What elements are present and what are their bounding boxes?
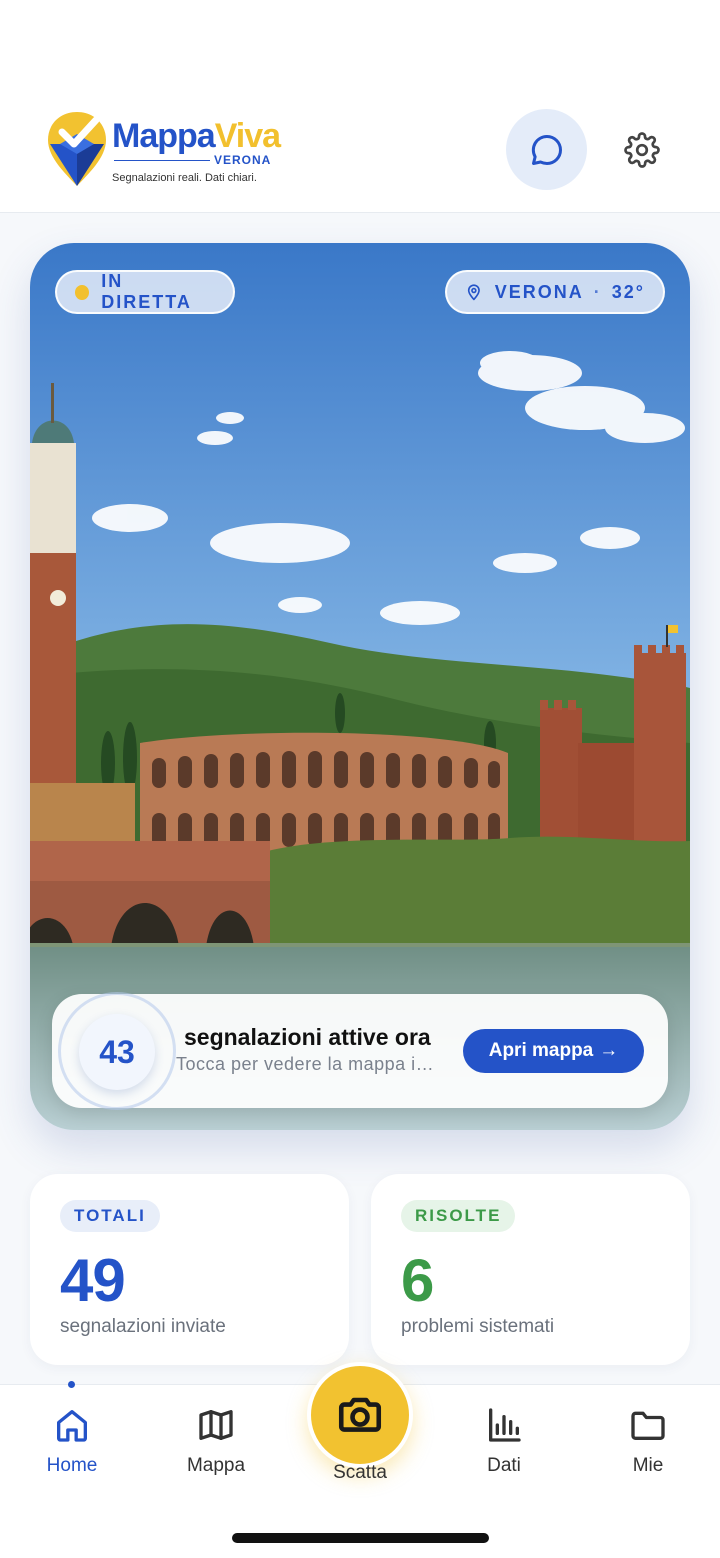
resolved-tag: RISOLTE xyxy=(401,1200,516,1232)
tab-mine-label: Mie xyxy=(632,1455,664,1476)
logo-pin-icon xyxy=(48,112,106,186)
tab-data-label: Dati xyxy=(487,1455,521,1476)
gear-icon xyxy=(624,132,660,168)
resolved-label: problemi sistemati xyxy=(401,1316,555,1337)
tab-home-label: Home xyxy=(46,1455,98,1476)
tab-mine[interactable]: Mie xyxy=(598,1405,698,1477)
arrow-right-icon: → xyxy=(599,1040,619,1061)
camera-icon xyxy=(338,1397,382,1432)
settings-button[interactable] xyxy=(620,128,664,172)
tab-data[interactable]: Dati xyxy=(454,1405,554,1477)
tab-home[interactable]: Home xyxy=(22,1405,122,1477)
live-dot-icon xyxy=(75,284,90,300)
map-icon xyxy=(199,1410,233,1440)
open-map-button[interactable]: Apri mappa → xyxy=(463,1029,644,1073)
total-value: 49 xyxy=(60,1247,126,1314)
active-reports-title: segnalazioni attive ora xyxy=(184,1024,431,1050)
brand-city: VERONA xyxy=(214,153,272,167)
tab-camera-label[interactable]: Scatta xyxy=(310,1462,410,1484)
brand-divider xyxy=(114,160,210,161)
total-tag: TOTALI xyxy=(60,1200,160,1232)
location-pin-icon xyxy=(467,284,480,301)
tab-map[interactable]: Mappa xyxy=(166,1405,266,1477)
folder-icon xyxy=(631,1411,665,1440)
active-tab-indicator xyxy=(68,1381,75,1388)
location-separator: · xyxy=(593,281,602,302)
tab-map-label: Mappa xyxy=(186,1455,246,1476)
camera-button[interactable] xyxy=(307,1362,413,1468)
total-label: segnalazioni inviate xyxy=(60,1316,226,1337)
chat-bubble-icon xyxy=(531,134,562,165)
active-reports-subtitle: Tocca per vedere la mappa in tempo reale xyxy=(176,1054,440,1074)
live-badge: IN DIRETTA xyxy=(55,270,235,314)
app-header: MappaViva VERONA Segnalazioni reali. Dat… xyxy=(0,0,720,213)
live-label: IN DIRETTA xyxy=(101,271,192,312)
home-indicator xyxy=(232,1533,489,1543)
open-map-label: Apri mappa xyxy=(488,1040,594,1061)
brand-name: MappaViva xyxy=(112,117,281,155)
bar-chart-icon xyxy=(489,1408,521,1442)
brand-tagline: Segnalazioni reali. Dati chiari. xyxy=(112,172,257,184)
home-icon xyxy=(57,1410,88,1442)
app-logo: MappaViva VERONA Segnalazioni reali. Dat… xyxy=(46,110,286,190)
total-reports-card[interactable]: TOTALI 49 segnalazioni inviate xyxy=(30,1174,349,1365)
hero-card[interactable]: IN DIRETTA VERONA · 32° 43 segnalazioni … xyxy=(30,243,690,1130)
temperature: 32° xyxy=(611,281,645,302)
resolved-reports-card[interactable]: RISOLTE 6 problemi sistemati xyxy=(371,1174,690,1365)
chat-button[interactable] xyxy=(506,109,587,190)
active-count: 43 xyxy=(79,1014,155,1090)
active-reports-card[interactable]: 43 segnalazioni attive ora Tocca per ved… xyxy=(52,992,668,1110)
resolved-value: 6 xyxy=(401,1247,434,1314)
location-name: VERONA xyxy=(494,281,584,302)
location-weather-badge: VERONA · 32° xyxy=(445,270,665,314)
